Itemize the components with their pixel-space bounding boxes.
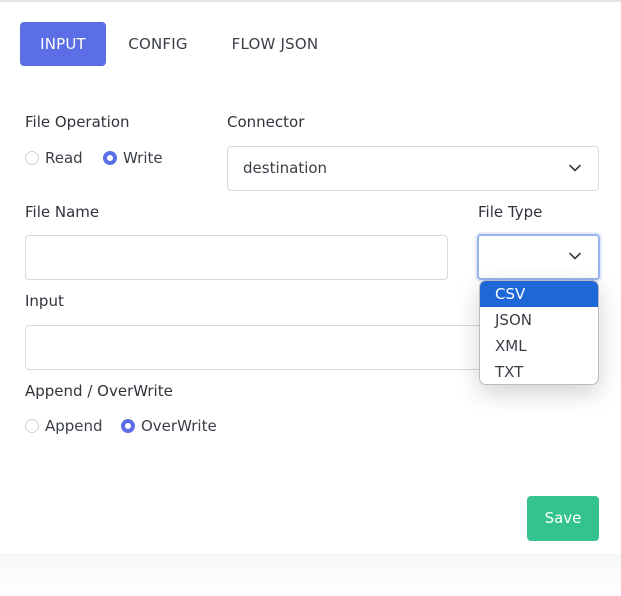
file-name-label: File Name — [25, 203, 100, 221]
radio-overwrite[interactable]: OverWrite — [121, 416, 217, 436]
file-type-option-txt[interactable]: TXT — [480, 359, 598, 384]
connector-label: Connector — [227, 113, 305, 131]
tab-config[interactable]: CONFIG — [116, 22, 200, 66]
file-name-input[interactable] — [26, 236, 447, 279]
radio-write-label: Write — [123, 149, 163, 167]
chevron-down-icon — [569, 252, 581, 260]
radio-append[interactable]: Append — [25, 416, 103, 436]
panel-shadow — [0, 554, 621, 596]
append-overwrite-label: Append / OverWrite — [25, 382, 173, 400]
file-type-option-csv[interactable]: CSV — [480, 281, 598, 307]
radio-append-circle[interactable] — [25, 419, 39, 433]
file-type-label: File Type — [478, 203, 543, 221]
file-type-option-xml[interactable]: XML — [480, 333, 598, 359]
input-label: Input — [25, 292, 64, 310]
tab-flow-json[interactable]: FLOW JSON — [220, 22, 330, 66]
radio-write[interactable]: Write — [103, 148, 163, 168]
tab-input[interactable]: INPUT — [20, 22, 106, 66]
file-type-option-json[interactable]: JSON — [480, 307, 598, 333]
radio-overwrite-circle[interactable] — [121, 419, 135, 433]
radio-append-label: Append — [45, 417, 103, 435]
file-type-select[interactable] — [477, 234, 600, 280]
file-operation-label: File Operation — [25, 113, 130, 131]
file-name-field[interactable] — [25, 235, 448, 280]
radio-read-label: Read — [45, 149, 83, 167]
file-type-dropdown: CSV JSON XML TXT — [479, 280, 599, 385]
connector-select[interactable]: destination — [227, 146, 599, 191]
chevron-down-icon — [569, 164, 581, 171]
radio-read-circle[interactable] — [25, 151, 39, 165]
save-button[interactable]: Save — [527, 496, 599, 541]
radio-write-circle[interactable] — [103, 151, 117, 165]
connector-value: destination — [243, 159, 328, 177]
radio-overwrite-label: OverWrite — [141, 417, 217, 435]
radio-read[interactable]: Read — [25, 148, 83, 168]
